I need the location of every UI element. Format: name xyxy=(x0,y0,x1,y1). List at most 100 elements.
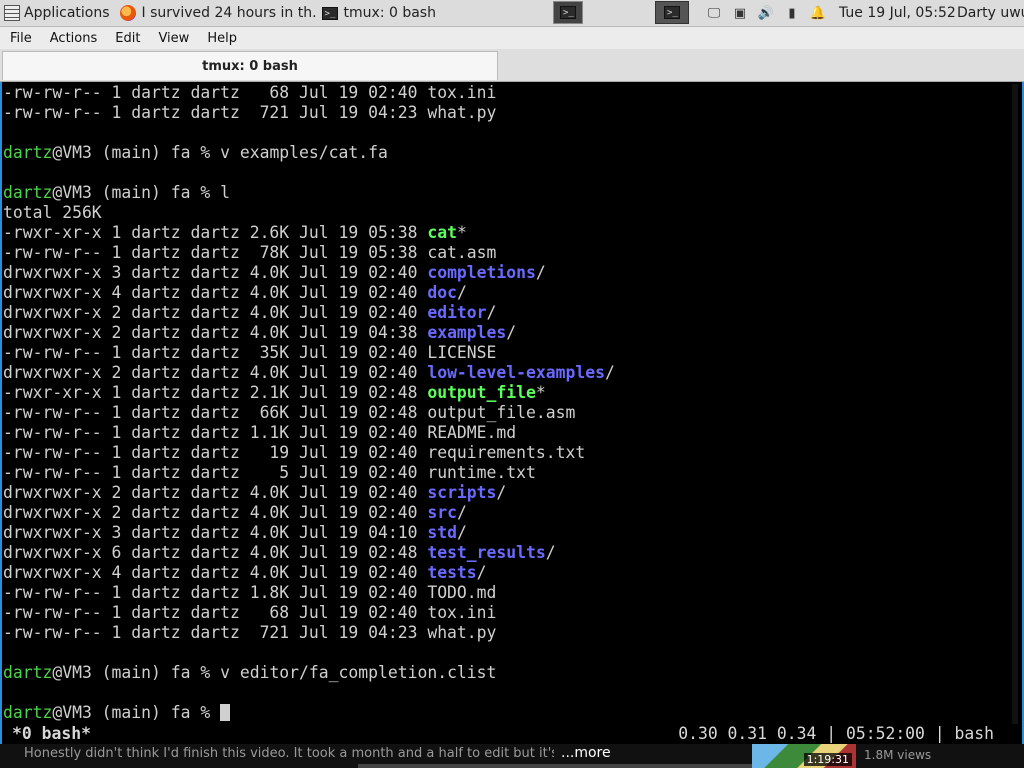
terminal-line: drwxrwxr-x 3 dartz dartz 4.0K Jul 19 02:… xyxy=(3,263,615,283)
applications-menu[interactable]: Applications xyxy=(0,0,114,26)
workspace-button[interactable]: >_ xyxy=(655,1,689,24)
volume-icon[interactable]: 🔊 xyxy=(758,6,774,21)
terminal-text: @VM3 (main) fa % l xyxy=(52,183,230,202)
terminal-text: drwxrwxr-x 3 dartz dartz 4.0K Jul 19 02:… xyxy=(3,263,428,282)
terminal-line: dartz@VM3 (main) fa % v editor/fa_comple… xyxy=(3,663,615,683)
terminal-text: -rw-rw-r-- 1 dartz dartz 5 Jul 19 02:40 … xyxy=(3,463,536,482)
terminal-text: total 256K xyxy=(3,203,102,222)
terminal-text: std xyxy=(427,523,457,542)
terminal-text: test_results xyxy=(427,543,546,562)
taskbar-item-label: tmux: 0 bash xyxy=(343,5,436,21)
terminal-text: dartz xyxy=(3,183,53,202)
battery-icon[interactable]: ▮ xyxy=(784,6,800,21)
video-description: Honestly didn't think I'd finish this vi… xyxy=(24,746,554,761)
terminal-text: / xyxy=(456,523,467,542)
terminal-text: -rw-rw-r-- 1 dartz dartz 35K Jul 19 02:4… xyxy=(3,343,497,362)
terminal-text: / xyxy=(535,263,546,282)
terminal-text: @VM3 (main) fa % v examples/cat.fa xyxy=(52,143,388,162)
terminal-line: drwxrwxr-x 4 dartz dartz 4.0K Jul 19 02:… xyxy=(3,283,615,303)
terminal-view[interactable]: -rw-rw-r-- 1 dartz dartz 68 Jul 19 02:40… xyxy=(0,82,1024,744)
terminal-text: drwxrwxr-x 2 dartz dartz 4.0K Jul 19 04:… xyxy=(3,323,428,342)
terminal-line: -rw-rw-r-- 1 dartz dartz 35K Jul 19 02:4… xyxy=(3,343,615,363)
user-menu[interactable]: Darty uwu xyxy=(957,0,1024,26)
tmux-status-info: 0.30 0.31 0.34 | 05:52:00 | bash xyxy=(678,724,994,743)
terminal-icon: >_ xyxy=(560,6,576,19)
text-cursor xyxy=(220,704,231,721)
tmux-status-bar: *0 bash* 0.30 0.31 0.34 | 05:52:00 | bas… xyxy=(2,724,1022,744)
taskbar-item-label: I survived 24 hours in th... xyxy=(141,5,316,21)
firefox-icon xyxy=(119,5,136,21)
terminal-line: -rw-rw-r-- 1 dartz dartz 68 Jul 19 02:40… xyxy=(3,83,615,103)
terminal-line: total 256K xyxy=(3,203,615,223)
terminal-text: completions xyxy=(427,263,536,282)
terminal-text: editor xyxy=(427,303,487,322)
terminal-text: drwxrwxr-x 2 dartz dartz 4.0K Jul 19 02:… xyxy=(3,503,428,522)
terminal-text: output_file xyxy=(427,383,536,402)
terminal-line: -rw-rw-r-- 1 dartz dartz 68 Jul 19 02:40… xyxy=(3,603,615,623)
applications-icon xyxy=(4,5,20,21)
terminal-text: -rw-rw-r-- 1 dartz dartz 721 Jul 19 04:2… xyxy=(3,103,497,122)
menu-view[interactable]: View xyxy=(148,31,197,46)
terminal-line: drwxrwxr-x 2 dartz dartz 4.0K Jul 19 02:… xyxy=(3,483,615,503)
terminal-text: / xyxy=(506,323,517,342)
terminal-text: @VM3 (main) fa % v editor/fa_completion.… xyxy=(52,663,497,682)
terminal-line: -rw-rw-r-- 1 dartz dartz 1.1K Jul 19 02:… xyxy=(3,423,615,443)
terminal-line: -rw-rw-r-- 1 dartz dartz 78K Jul 19 05:3… xyxy=(3,243,615,263)
notification-bell-icon[interactable]: 🔔 xyxy=(810,6,826,21)
terminal-line: dartz@VM3 (main) fa % l xyxy=(3,183,615,203)
clock[interactable]: Tue 19 Jul, 05:52 xyxy=(839,0,956,26)
terminal-text: -rw-rw-r-- 1 dartz dartz 68 Jul 19 02:40… xyxy=(3,603,497,622)
terminal-text: -rw-rw-r-- 1 dartz dartz 1.1K Jul 19 02:… xyxy=(3,423,517,442)
terminal-text: dartz xyxy=(3,663,53,682)
video-views: 1.8M views xyxy=(864,748,932,762)
terminal-line: -rw-rw-r-- 1 dartz dartz 66K Jul 19 02:4… xyxy=(3,403,615,423)
terminal-text: * xyxy=(456,223,467,242)
terminal-text: -rw-rw-r-- 1 dartz dartz 68 Jul 19 02:40… xyxy=(3,83,497,102)
video-info-bar: Honestly didn't think I'd finish this vi… xyxy=(0,744,1024,768)
menu-edit[interactable]: Edit xyxy=(105,31,148,46)
taskbar-item-firefox[interactable]: I survived 24 hours in th... xyxy=(114,0,316,26)
terminal-text: / xyxy=(545,543,556,562)
video-thumbnail[interactable]: 1:19:31 xyxy=(752,744,856,768)
terminal-line: -rw-rw-r-- 1 dartz dartz 5 Jul 19 02:40 … xyxy=(3,463,615,483)
terminal-line: -rw-rw-r-- 1 dartz dartz 19 Jul 19 02:40… xyxy=(3,443,615,463)
terminal-text: -rwxr-xr-x 1 dartz dartz 2.1K Jul 19 02:… xyxy=(3,383,428,402)
menubar: File Actions Edit View Help xyxy=(0,27,1024,49)
terminal-text: -rw-rw-r-- 1 dartz dartz 721 Jul 19 04:2… xyxy=(3,623,497,642)
terminal-text: drwxrwxr-x 2 dartz dartz 4.0K Jul 19 02:… xyxy=(3,483,428,502)
window-icon[interactable]: ▣ xyxy=(732,6,748,21)
terminal-text: dartz xyxy=(3,143,53,162)
terminal-line: drwxrwxr-x 3 dartz dartz 4.0K Jul 19 04:… xyxy=(3,523,615,543)
menu-help[interactable]: Help xyxy=(197,31,245,46)
terminal-text: drwxrwxr-x 6 dartz dartz 4.0K Jul 19 02:… xyxy=(3,543,428,562)
terminal-text: scripts xyxy=(427,483,497,502)
terminal-text: / xyxy=(496,483,507,502)
tab-bar: tmux: 0 bash xyxy=(0,49,1024,82)
terminal-line: -rw-rw-r-- 1 dartz dartz 721 Jul 19 04:2… xyxy=(3,623,615,643)
system-tray: 🖵 ▣ 🔊 ▮ 🔔 xyxy=(701,0,831,26)
tab-tmux[interactable]: tmux: 0 bash xyxy=(2,51,498,80)
scrollbar[interactable] xyxy=(1012,84,1018,724)
menu-file[interactable]: File xyxy=(0,31,40,46)
menu-actions[interactable]: Actions xyxy=(40,31,106,46)
terminal-text: drwxrwxr-x 4 dartz dartz 4.0K Jul 19 02:… xyxy=(3,563,428,582)
terminal-icon: >_ xyxy=(664,6,680,19)
terminal-text: / xyxy=(604,363,615,382)
terminal-text: src xyxy=(427,503,457,522)
terminal-text: examples xyxy=(427,323,507,342)
taskbar-item-terminal[interactable]: >_ tmux: 0 bash xyxy=(316,0,558,26)
terminal-line: -rwxr-xr-x 1 dartz dartz 2.1K Jul 19 02:… xyxy=(3,383,615,403)
tmux-window-label[interactable]: *0 bash* xyxy=(12,724,91,744)
terminal-line: drwxrwxr-x 2 dartz dartz 4.0K Jul 19 02:… xyxy=(3,363,615,383)
monitor-icon[interactable]: 🖵 xyxy=(706,6,722,21)
terminal-text: / xyxy=(476,563,487,582)
terminal-text: @VM3 (main) fa % xyxy=(52,703,221,722)
terminal-launcher-button[interactable]: >_ xyxy=(553,1,583,24)
terminal-line: drwxrwxr-x 4 dartz dartz 4.0K Jul 19 02:… xyxy=(3,563,615,583)
terminal-text: -rw-rw-r-- 1 dartz dartz 19 Jul 19 02:40… xyxy=(3,443,586,462)
more-link[interactable]: ...more xyxy=(561,745,611,761)
